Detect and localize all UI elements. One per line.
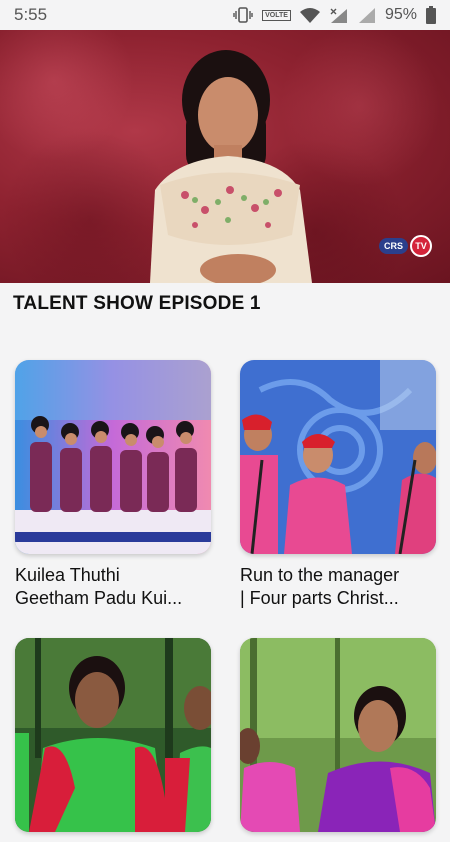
status-bar: 5:55 VOLTE 95% — [0, 0, 450, 30]
volte-badge: VOLTE — [262, 9, 291, 21]
video-thumbnail[interactable] — [15, 360, 211, 554]
video-card[interactable] — [240, 638, 436, 842]
wifi-icon — [299, 8, 320, 23]
video-thumbnail[interactable] — [240, 638, 436, 832]
video-title-line: Kuilea Thuthi — [15, 565, 120, 585]
video-title-line: Run to the manager — [240, 565, 400, 585]
status-time: 5:55 — [14, 5, 48, 24]
channel-logo: CRS TV — [378, 235, 432, 257]
page-title: TALENT SHOW EPISODE 1 — [13, 293, 261, 314]
logo-tv: TV — [410, 235, 432, 257]
video-card[interactable]: Run to the manager | Four parts Christ..… — [240, 360, 436, 610]
video-title[interactable]: Run to the manager | Four parts Christ..… — [240, 564, 444, 610]
vibrate-icon — [233, 7, 253, 23]
video-thumbnail[interactable] — [240, 360, 436, 554]
video-title-line: | Four parts Christ... — [240, 588, 399, 608]
video-player[interactable]: CRS TV — [0, 30, 450, 283]
signal-icon — [358, 8, 375, 23]
signal-x-icon — [330, 8, 347, 23]
video-title-line: Geetham Padu Kui... — [15, 588, 183, 608]
video-thumbnail[interactable] — [15, 638, 211, 832]
video-card[interactable]: Kuilea Thuthi Geetham Padu Kui... — [15, 360, 211, 610]
logo-crs: CRS — [378, 238, 408, 254]
video-card[interactable] — [15, 638, 211, 842]
video-title[interactable]: Kuilea Thuthi Geetham Padu Kui... — [15, 564, 219, 610]
battery-icon — [426, 6, 436, 24]
status-icons: VOLTE 95% — [233, 6, 436, 24]
battery-percent: 95% — [384, 6, 417, 23]
